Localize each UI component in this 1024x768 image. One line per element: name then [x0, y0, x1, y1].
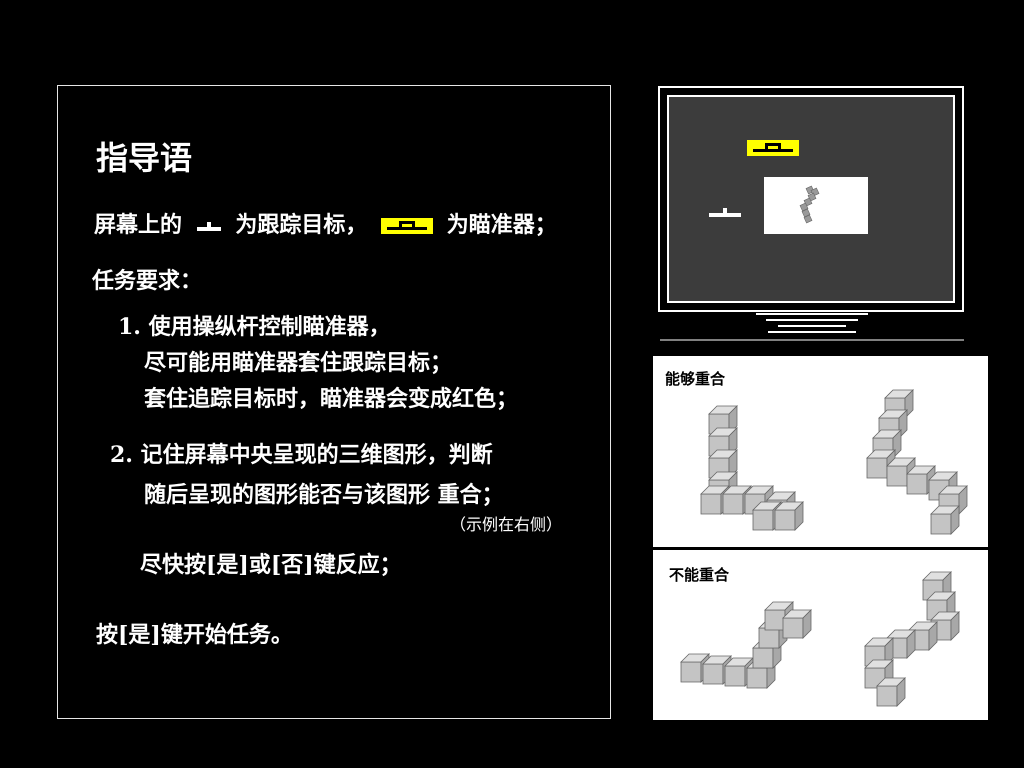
instruction-panel: 指导语 屏幕上的 为跟踪目标， 为瞄准器； 任务要求： 1. 使用操纵杆控制瞄准… — [57, 85, 611, 719]
task-item-1-line-3: 套住追踪目标时，瞄准器会变成红色； — [144, 386, 519, 412]
nonmatch-cube-figures — [680, 571, 960, 707]
task-item-2-line-3: 尽快按[是]或[否]键反应； — [140, 552, 402, 578]
target-marker-icon — [196, 222, 221, 231]
stimulus-box — [764, 177, 868, 234]
monitor-screen — [667, 95, 955, 303]
task-item-2-line-1: 2. 记住屏幕中央呈现的三维图形，判断 — [110, 442, 493, 468]
legend-text-middle: 为跟踪目标， — [235, 212, 368, 238]
cube-figure-left — [700, 405, 804, 531]
legend-text-after: 为瞄准器； — [446, 212, 557, 238]
monitor-illustration — [658, 86, 964, 312]
page-title: 指导语 — [96, 139, 193, 177]
aiming-reticle-icon — [381, 218, 434, 234]
legend-line: 屏幕上的 为跟踪目标， 为瞄准器； — [94, 210, 557, 240]
example-note: （示例在右侧） — [450, 515, 563, 534]
monitor-scene — [709, 140, 868, 234]
example-nonmatch-panel: 不能重合 — [653, 550, 988, 720]
task-item-2-line-2: 随后呈现的图形能否与该图形 重合； — [144, 482, 504, 508]
match-cube-figures — [700, 389, 968, 535]
monitor-stand — [660, 313, 964, 341]
cube-figure-right — [864, 571, 960, 707]
instruction-screen: 指导语 屏幕上的 为跟踪目标， 为瞄准器； 任务要求： 1. 使用操纵杆控制瞄准… — [0, 0, 1024, 768]
aiming-reticle-icon — [747, 140, 799, 156]
legend-text-before: 屏幕上的 — [94, 212, 183, 238]
task-item-1-line-2: 尽可能用瞄准器套住跟踪目标； — [144, 350, 453, 376]
cube-figure-right — [866, 389, 968, 535]
task-header: 任务要求： — [92, 268, 203, 294]
target-marker-icon — [709, 208, 741, 217]
start-instruction: 按[是]键开始任务。 — [96, 622, 293, 648]
cube-figure-left — [680, 601, 812, 689]
example-match-panel: 能够重合 — [653, 356, 988, 547]
task-item-1-line-1: 1. 使用操纵杆控制瞄准器， — [118, 314, 391, 340]
